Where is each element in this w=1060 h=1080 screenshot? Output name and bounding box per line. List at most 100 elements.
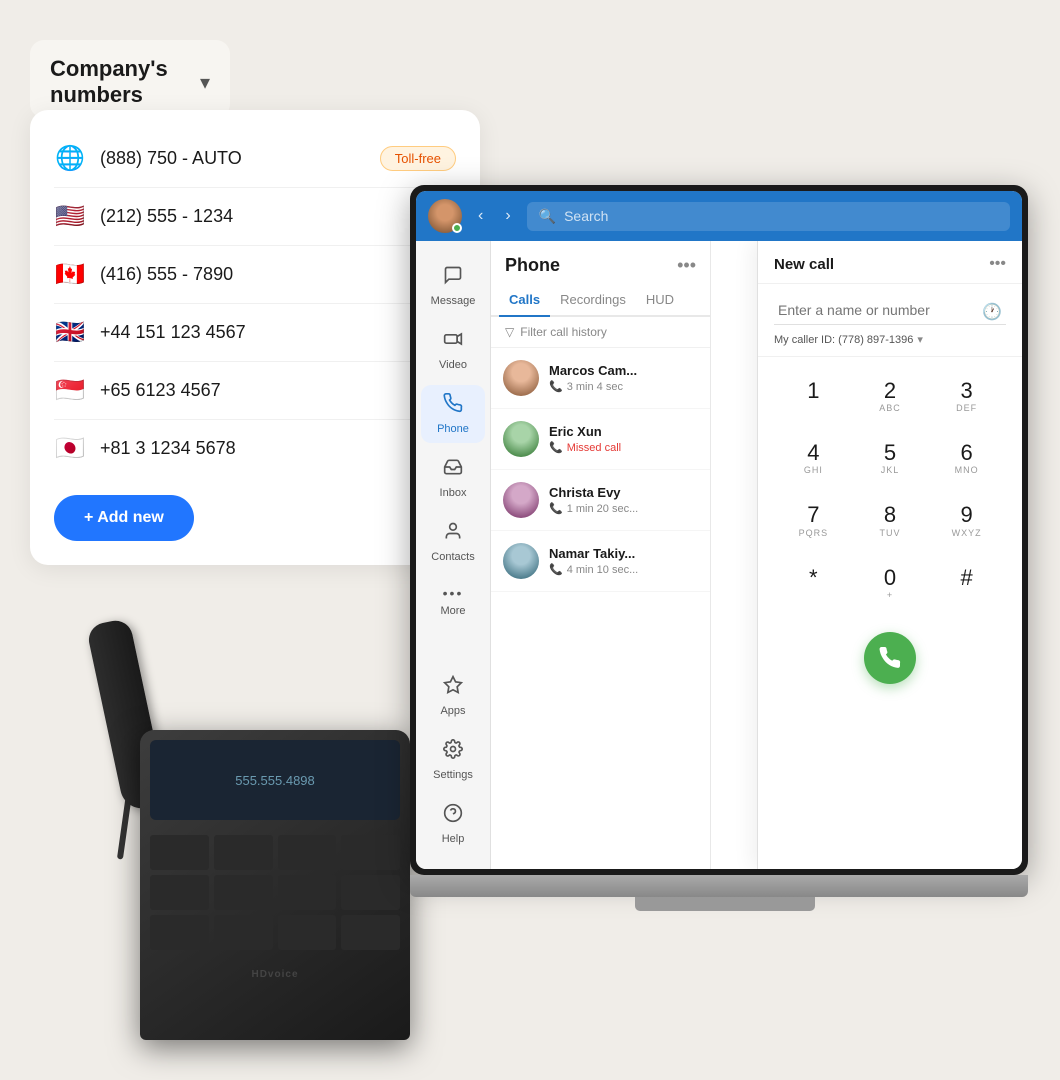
sidebar-settings-label: Settings [433,769,473,781]
call-detail: 📞 3 min 4 sec [549,380,698,393]
dial-key-4[interactable]: 4 GHI [778,431,849,487]
dialer-input[interactable] [774,296,1006,325]
dial-key-0[interactable]: 0 + [855,556,926,612]
dialer-input-area: 🕐 [758,284,1022,329]
phone-button [341,835,400,870]
call-info: Christa Evy 📞 1 min 20 sec... [549,485,698,515]
company-numbers-title: Company's numbers [50,56,192,108]
call-item[interactable]: Namar Takiy... 📞 4 min 10 sec... [491,531,710,592]
phone-button [278,875,337,910]
dialpad: 1 2 ABC 3 DEF 4 GHI [758,357,1022,624]
dial-key-star[interactable]: * [778,556,849,612]
app-screen: ‹ › 🔍 Search Message [416,191,1022,869]
dial-key-1[interactable]: 1 [778,369,849,425]
call-detail-missed: 📞 Missed call [549,441,698,454]
number-row-us[interactable]: 🇺🇸 (212) 555 - 1234 [54,188,456,246]
tab-hud[interactable]: HUD [636,284,684,315]
call-duration-icon: 📞 [549,502,563,515]
phone-button [341,915,400,950]
filter-bar[interactable]: ▽ Filter call history [491,317,710,348]
numbers-dropdown-header[interactable]: Company's numbers ▾ [30,40,230,118]
dial-key-7[interactable]: 7 PQRS [778,493,849,549]
us-flag-icon: 🇺🇸 [54,202,86,231]
call-item[interactable]: Marcos Cam... 📞 3 min 4 sec [491,348,710,409]
sidebar-item-phone[interactable]: Phone [421,385,485,443]
number-row-toll-free[interactable]: 🌐 (888) 750 - AUTO Toll-free [54,130,456,188]
phone-panel: Phone ••• Calls Recordings HUD ▽ Filter … [491,241,711,869]
dial-key-2[interactable]: 2 ABC [855,369,926,425]
dialer-header: New call ••• [758,241,1022,284]
phone-screen-number: 555.555.4898 [235,773,315,788]
sidebar-item-contacts[interactable]: Contacts [421,513,485,571]
call-info: Marcos Cam... 📞 3 min 4 sec [549,363,698,393]
phone-icon [443,393,463,419]
phone-button [150,875,209,910]
sidebar-message-label: Message [431,295,476,307]
tab-recordings[interactable]: Recordings [550,284,636,315]
call-name: Eric Xun [549,424,698,439]
dialer-title: New call [774,256,834,273]
call-name: Namar Takiy... [549,546,698,561]
sidebar-apps-label: Apps [440,705,465,717]
call-duration-icon: 📞 [549,563,563,576]
dial-key-9[interactable]: 9 WXYZ [931,493,1002,549]
call-detail: 📞 4 min 10 sec... [549,563,698,576]
search-bar[interactable]: 🔍 Search [527,202,1010,231]
number-text: +65 6123 4567 [100,380,456,401]
number-row-sg[interactable]: 🇸🇬 +65 6123 4567 [54,362,456,420]
settings-icon [443,739,463,765]
add-new-button[interactable]: + Add new [54,495,194,541]
phone-button [278,835,337,870]
sidebar-item-message[interactable]: Message [421,257,485,315]
number-row-jp[interactable]: 🇯🇵 +81 3 1234 5678 [54,420,456,477]
apps-icon [443,675,463,701]
caller-id-bar[interactable]: My caller ID: (778) 897-1396 ▾ [758,329,1022,357]
dial-key-3[interactable]: 3 DEF [931,369,1002,425]
sidebar-item-apps[interactable]: Apps [421,667,485,725]
ca-flag-icon: 🇨🇦 [54,260,86,289]
sidebar-item-inbox[interactable]: Inbox [421,449,485,507]
dial-key-hash[interactable]: # [931,556,1002,612]
video-icon [443,329,463,355]
dialer-more-dots[interactable]: ••• [989,255,1006,273]
call-button[interactable] [864,632,916,684]
app-sidebar: Message Video Phone [416,241,491,869]
sidebar-item-settings[interactable]: Settings [421,731,485,789]
chevron-down-icon: ▾ [200,70,210,95]
more-icon: ••• [443,585,464,601]
laptop-base [410,875,1028,897]
phone-more-dots[interactable]: ••• [677,255,696,276]
call-name: Christa Evy [549,485,698,500]
search-placeholder: Search [564,208,608,224]
sidebar-item-video[interactable]: Video [421,321,485,379]
uk-flag-icon: 🇬🇧 [54,318,86,347]
call-info: Namar Takiy... 📞 4 min 10 sec... [549,546,698,576]
dial-key-5[interactable]: 5 JKL [855,431,926,487]
dial-key-8[interactable]: 8 TUV [855,493,926,549]
number-row-ca[interactable]: 🇨🇦 (416) 555 - 7890 [54,246,456,304]
call-name: Marcos Cam... [549,363,698,378]
phone-device: 555.555.4898 HDvoice [100,600,420,1040]
caller-id-chevron-icon: ▾ [917,333,923,346]
phone-tabs: Calls Recordings HUD [491,284,710,317]
sidebar-item-more[interactable]: ••• More [421,577,485,625]
filter-icon: ▽ [505,325,514,339]
contacts-icon [443,521,463,547]
forward-arrow-icon[interactable]: › [499,203,516,229]
call-list: Marcos Cam... 📞 3 min 4 sec Eric Xun [491,348,710,869]
tab-calls[interactable]: Calls [499,284,550,317]
sidebar-item-help[interactable]: Help [421,795,485,853]
call-item[interactable]: Christa Evy 📞 1 min 20 sec... [491,470,710,531]
sidebar-help-label: Help [442,833,465,845]
back-arrow-icon[interactable]: ‹ [472,203,489,229]
jp-flag-icon: 🇯🇵 [54,434,86,463]
phone-button [214,835,273,870]
number-row-uk[interactable]: 🇬🇧 +44 151 123 4567 [54,304,456,362]
caller-id-label: My caller ID: (778) 897-1396 [774,334,913,346]
number-text: (212) 555 - 1234 [100,206,456,227]
dial-key-6[interactable]: 6 MNO [931,431,1002,487]
message-icon [443,265,463,291]
help-icon [443,803,463,829]
call-item[interactable]: Eric Xun 📞 Missed call [491,409,710,470]
call-info: Eric Xun 📞 Missed call [549,424,698,454]
